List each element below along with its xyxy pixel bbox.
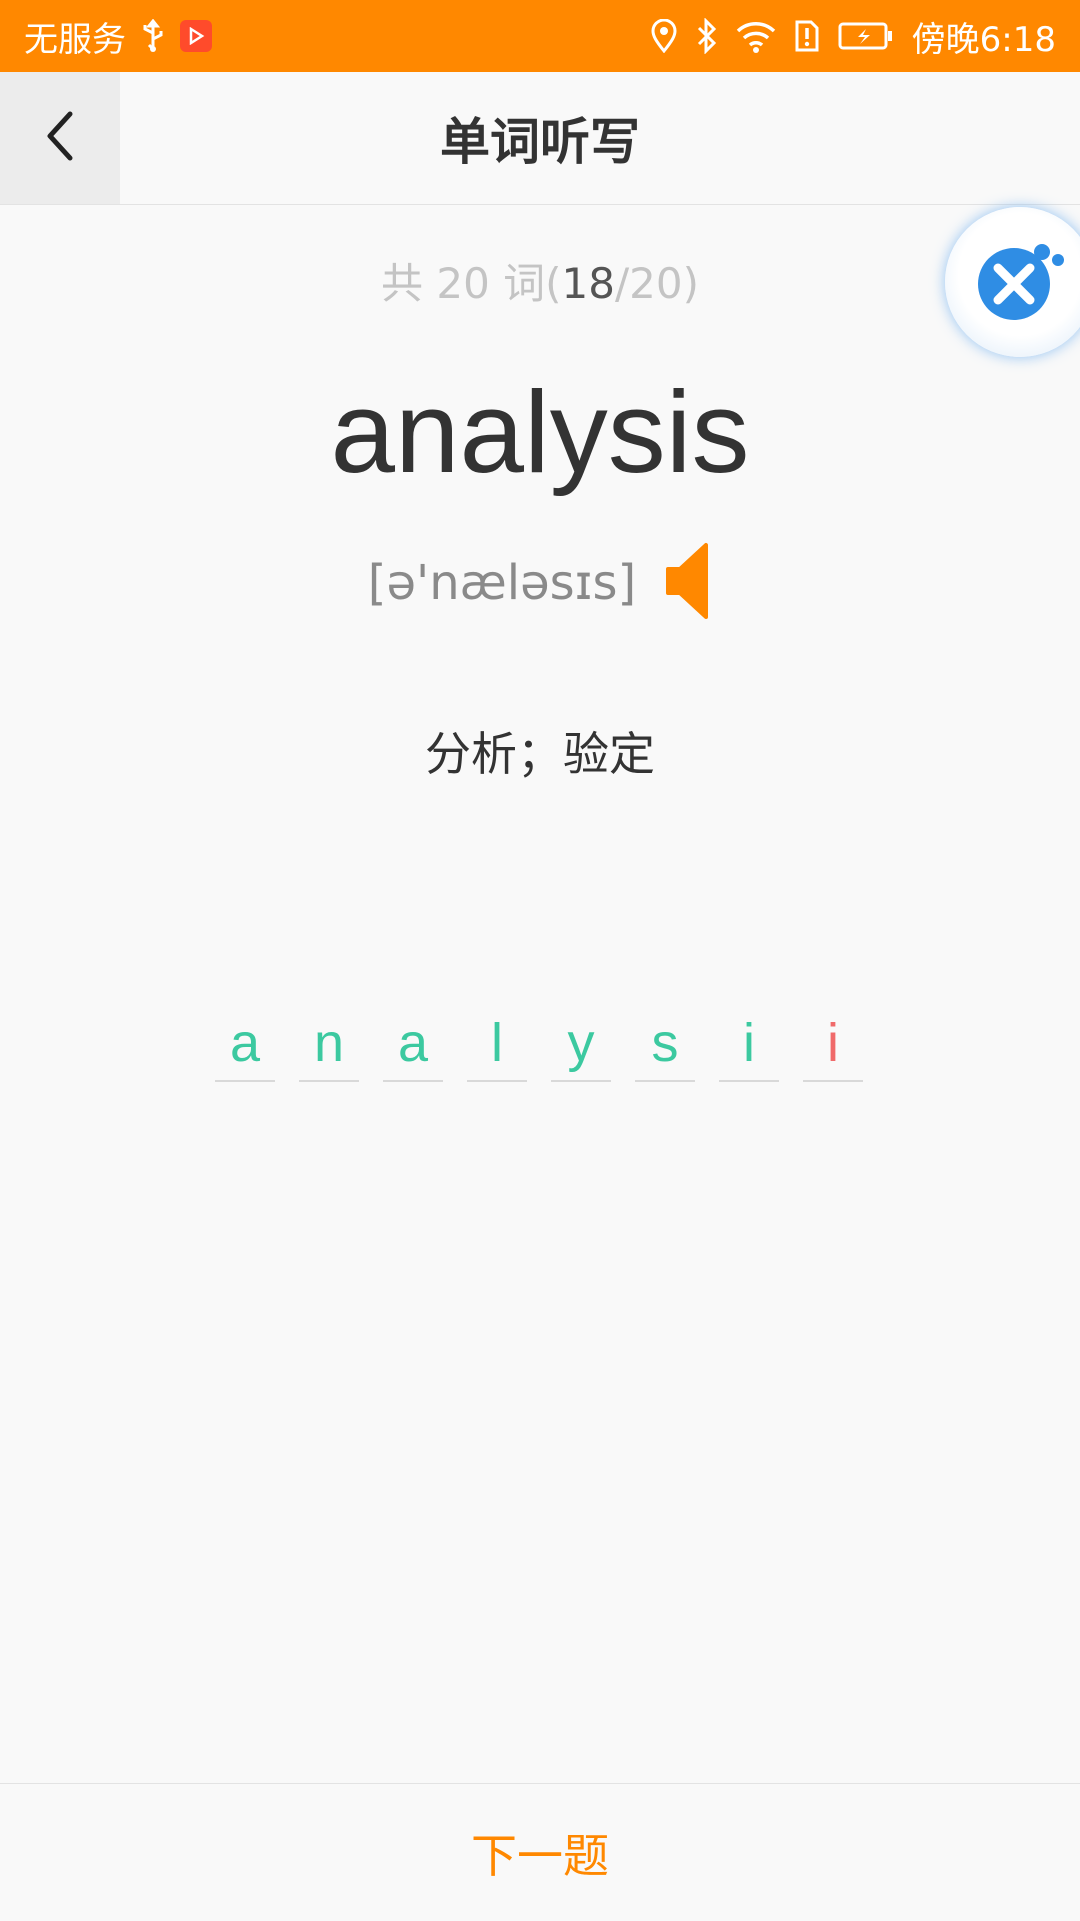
usb-icon <box>140 19 166 53</box>
progress-prefix: 共 20 词( <box>381 259 562 308</box>
letter-slot: i <box>803 1010 863 1082</box>
carrier-text: 无服务 <box>24 19 126 60</box>
letter-slot: y <box>551 1010 611 1082</box>
sim-alert-icon <box>794 19 820 53</box>
wifi-icon <box>736 19 776 53</box>
status-bar: 无服务 傍晚6:18 <box>0 0 1080 72</box>
phonetic-text: [ə'næləsɪs] <box>367 555 637 611</box>
word-meaning: 分析；验定 <box>425 727 655 781</box>
page-title: 单词听写 <box>440 113 640 171</box>
progress-current: 18 <box>561 259 615 308</box>
status-left: 无服务 <box>24 0 212 72</box>
progress-counter: 共 20 词(18/20) <box>0 250 1080 311</box>
bluetooth-icon <box>696 18 718 54</box>
target-word: analysis <box>330 367 750 497</box>
location-icon <box>650 19 678 53</box>
letter-slot: s <box>635 1010 695 1082</box>
letter-slot: a <box>215 1010 275 1082</box>
app-header: 单词听写 <box>0 72 1080 205</box>
letter-slot: i <box>719 1010 779 1082</box>
letter-slot: a <box>383 1010 443 1082</box>
back-button[interactable] <box>0 72 120 204</box>
footer-bar: 下一题 <box>0 1783 1080 1921</box>
speaker-icon <box>664 541 712 625</box>
letter-slot: n <box>299 1010 359 1082</box>
status-right: 傍晚6:18 <box>650 0 1056 72</box>
answer-letters: a n a l y s i i <box>215 1010 863 1082</box>
battery-icon <box>838 21 894 51</box>
play-pronunciation-button[interactable] <box>664 541 712 625</box>
chevron-left-icon <box>40 108 80 168</box>
letter-slot: l <box>467 1010 527 1082</box>
next-question-button[interactable]: 下一题 <box>0 1784 1080 1921</box>
progress-suffix: /20) <box>615 259 699 308</box>
phonetic-row: [ə'næləsɪs] <box>0 543 1080 619</box>
clock-text: 傍晚6:18 <box>911 19 1056 60</box>
media-app-icon <box>180 20 212 52</box>
